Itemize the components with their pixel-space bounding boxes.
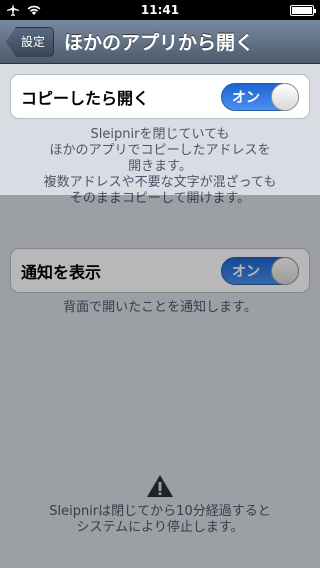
- toggle-knob: [271, 256, 299, 285]
- open-after-copy-label: コピーしたら開く: [21, 88, 150, 108]
- settings-content: コピーしたら開く オン Sleipnirを閉じていても ほかのアプリでコピーした…: [0, 64, 320, 568]
- wifi-icon: [27, 5, 41, 15]
- warning-icon: [147, 475, 173, 497]
- navigation-bar: 設定 ほかのアプリから開く: [0, 20, 320, 64]
- toggle-on-label: オン: [232, 263, 260, 280]
- show-notification-description: 背面で開いたことを通知します。: [63, 300, 257, 315]
- airplane-icon: [7, 4, 19, 16]
- status-bar: 11:41: [0, 0, 320, 20]
- toggle-knob: [271, 82, 299, 111]
- open-after-copy-description: Sleipnirを閉じていても ほかのアプリでコピーしたアドレスを 開きます。 …: [43, 127, 277, 206]
- open-after-copy-cell: コピーしたら開く オン: [10, 74, 310, 119]
- page-title: ほかのアプリから開く: [64, 32, 255, 54]
- warning-text: Sleipnirは閉じてから10分経過すると システムにより停止します。: [49, 504, 271, 535]
- warning-message: Sleipnirは閉じてから10分経過すると システムにより停止します。: [0, 474, 320, 536]
- show-notification-cell: 通知を表示 オン: [10, 248, 310, 293]
- back-button[interactable]: 設定: [6, 26, 55, 57]
- status-left: [6, 3, 42, 17]
- battery-icon: [290, 4, 316, 16]
- show-notification-toggle[interactable]: オン: [221, 256, 299, 285]
- open-after-copy-toggle[interactable]: オン: [221, 82, 299, 111]
- status-time: 11:41: [140, 3, 180, 17]
- toggle-on-label: オン: [232, 89, 260, 106]
- show-notification-label: 通知を表示: [21, 262, 102, 282]
